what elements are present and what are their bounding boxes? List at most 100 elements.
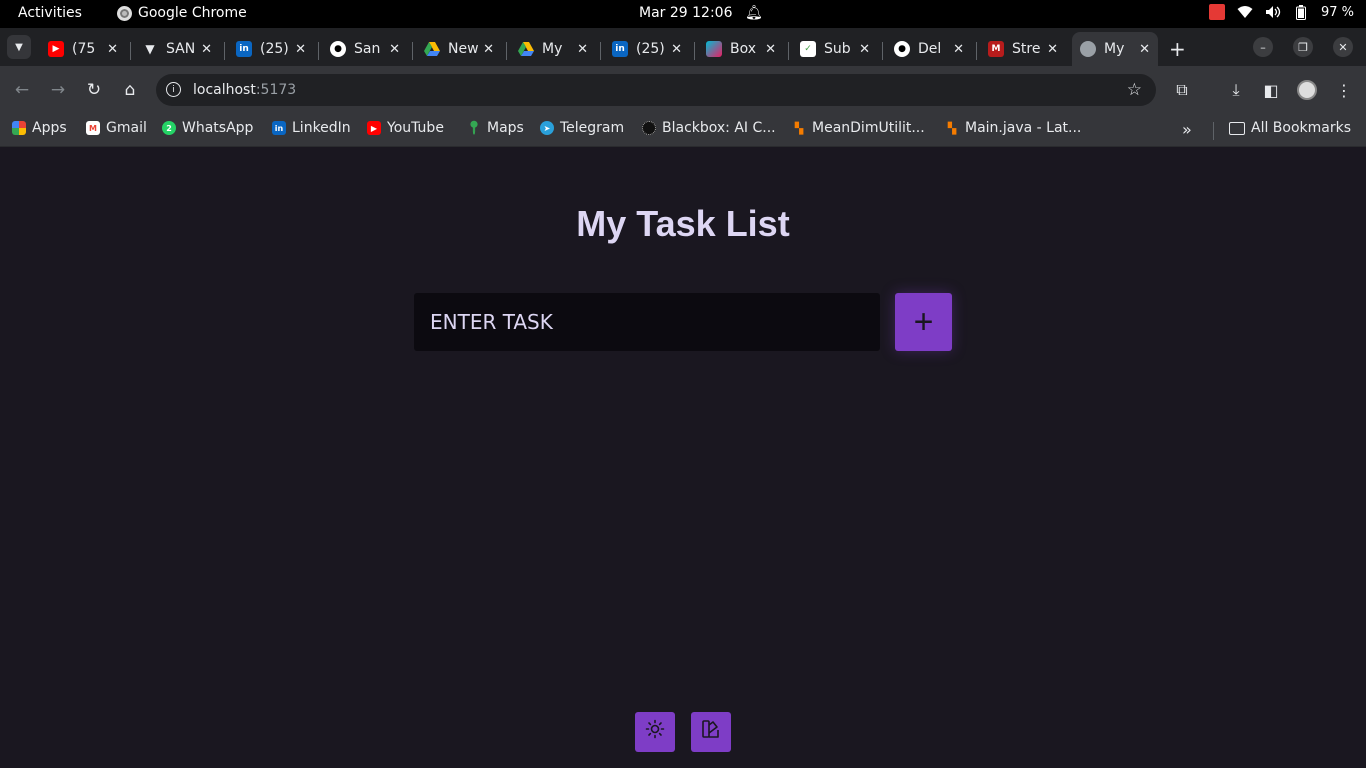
close-tab-icon[interactable]: ✕ [107, 42, 118, 57]
add-task-button[interactable]: + [895, 293, 952, 351]
github-icon: ● [330, 41, 346, 57]
page-title: My Task List [576, 203, 790, 244]
close-tab-icon[interactable]: ✕ [577, 42, 588, 57]
extensions-puzzle-icon[interactable]: ⧉ [1170, 78, 1194, 102]
tab-linkedin[interactable]: in (25) ✕ [228, 32, 314, 66]
bookmark-separator [1213, 122, 1214, 140]
side-panel-icon[interactable]: ◧ [1259, 78, 1283, 102]
profile-avatar[interactable] [1297, 80, 1317, 100]
sun-icon [645, 719, 665, 745]
system-tray[interactable]: 97 % [1208, 4, 1354, 20]
notification-bell-icon[interactable]: 🔔︎ [745, 5, 763, 21]
tab-box[interactable]: Box ✕ [698, 32, 784, 66]
folder-icon [1229, 121, 1245, 135]
system-top-bar: Activities Google Chrome Mar 29 12:06 🔔︎… [0, 0, 1366, 28]
blackbox-icon [706, 41, 722, 57]
bookmarks-bar: Apps M Gmail 2 WhatsApp in LinkedIn ▶ Yo… [0, 114, 1366, 147]
close-tab-icon[interactable]: ✕ [1139, 42, 1150, 57]
light-theme-button[interactable] [635, 712, 675, 752]
plus-icon: + [913, 302, 934, 341]
download-icon[interactable]: ⤓ [1224, 78, 1248, 102]
tab-drive-my[interactable]: My ✕ [510, 32, 596, 66]
tab-sub[interactable]: ✓ Sub ✕ [792, 32, 878, 66]
bookmark-star-icon[interactable]: ☆ [1127, 80, 1142, 100]
bookmark-blackbox[interactable]: Blackbox: AI C... [642, 120, 776, 136]
address-bar[interactable]: i localhost:5173 ☆ [156, 74, 1156, 106]
wifi-icon [1237, 4, 1253, 20]
close-tab-icon[interactable]: ✕ [483, 42, 494, 57]
new-tab-plus-icon[interactable]: + [1169, 37, 1186, 61]
tab-separator [882, 42, 883, 60]
tab-separator [224, 42, 225, 60]
bookmark-maps[interactable]: 📍︎ Maps [465, 120, 524, 136]
close-tab-icon[interactable]: ✕ [201, 42, 212, 57]
tab-separator [600, 42, 601, 60]
bookmark-meandimutilities[interactable]: ▚ MeanDimUtilit... [792, 120, 925, 136]
close-tab-icon[interactable]: ✕ [765, 42, 776, 57]
more-menu-icon[interactable]: ⋮ [1332, 78, 1356, 102]
reload-icon[interactable]: ↻ [82, 78, 106, 102]
blackbox-icon [642, 121, 656, 135]
back-arrow-icon[interactable]: ← [10, 78, 34, 102]
tab-search-chevron-icon[interactable]: ▼ [7, 35, 31, 59]
close-tab-icon[interactable]: ✕ [295, 42, 306, 57]
minimize-icon[interactable]: – [1253, 37, 1273, 57]
bookmark-linkedin[interactable]: in LinkedIn [272, 120, 351, 136]
telegram-icon: ➤ [540, 121, 554, 135]
battery-percentage: 97 % [1320, 4, 1354, 20]
screen-share-indicator-icon[interactable] [1208, 4, 1225, 20]
close-window-icon[interactable]: ✕ [1333, 37, 1353, 57]
tab-separator [788, 42, 789, 60]
chrome-icon [117, 5, 132, 21]
globe-icon [1080, 41, 1096, 57]
bookmark-whatsapp[interactable]: 2 WhatsApp [162, 120, 253, 136]
youtube-icon: ▶ [367, 121, 381, 135]
tab-separator [976, 42, 977, 60]
tab-drive-new[interactable]: New ✕ [416, 32, 502, 66]
tab-youtube[interactable]: ▶ (75 ✕ [40, 32, 126, 66]
app-name-label: Google Chrome [138, 5, 247, 21]
home-icon[interactable]: ⌂ [118, 78, 142, 102]
tab-separator [412, 42, 413, 60]
activities-button[interactable]: Activities [18, 5, 82, 21]
bookmark-gmail[interactable]: M Gmail [86, 120, 147, 136]
bookmark-telegram[interactable]: ➤ Telegram [540, 120, 624, 136]
forward-arrow-icon[interactable]: → [46, 78, 70, 102]
linkedin-icon: in [236, 41, 252, 57]
tab-linkedin-2[interactable]: in (25) ✕ [604, 32, 690, 66]
tab-strip: ▼ ▶ (75 ✕ ▼ SAN ✕ in (25) ✕ ● San ✕ New … [0, 28, 1366, 66]
code-icon: ▚ [947, 121, 957, 135]
tab-stre[interactable]: M Stre ✕ [980, 32, 1066, 66]
tab-active-my-task-list[interactable]: My ✕ [1072, 32, 1158, 66]
whatsapp-icon: 2 [162, 121, 176, 135]
url-text[interactable]: localhost:5173 [193, 82, 296, 98]
close-tab-icon[interactable]: ✕ [859, 42, 870, 57]
close-tab-icon[interactable]: ✕ [1047, 42, 1058, 57]
app-menu[interactable]: Google Chrome [117, 5, 247, 21]
clock[interactable]: Mar 29 12:06 [639, 5, 732, 21]
page-content: My Task List + [0, 147, 1366, 768]
linkedin-icon: in [612, 41, 628, 57]
tab-separator [130, 42, 131, 60]
drive-icon [424, 41, 440, 57]
close-tab-icon[interactable]: ✕ [389, 42, 400, 57]
bookmark-main-java[interactable]: ▚ Main.java - Lat... [945, 120, 1082, 136]
task-input[interactable] [414, 293, 880, 351]
close-tab-icon[interactable]: ✕ [671, 42, 682, 57]
all-bookmarks-button[interactable]: All Bookmarks [1229, 120, 1351, 136]
restore-icon[interactable]: ❐ [1293, 37, 1313, 57]
more-bookmarks-chevron-icon[interactable]: » [1182, 120, 1192, 139]
site-info-icon[interactable]: i [166, 82, 181, 97]
maps-icon: 📍︎ [465, 120, 483, 136]
tab-vercel[interactable]: ▼ SAN ✕ [134, 32, 220, 66]
gmail-icon: M [86, 121, 100, 135]
bookmark-apps[interactable]: Apps [12, 120, 67, 136]
close-tab-icon[interactable]: ✕ [953, 42, 964, 57]
browser-toolbar: ← → ↻ ⌂ i localhost:5173 ☆ ⧉ ⤓ ◧ ⋮ [0, 66, 1366, 114]
bookmark-youtube[interactable]: ▶ YouTube [367, 120, 444, 136]
volume-icon [1265, 4, 1281, 20]
color-palette-button[interactable] [691, 712, 731, 752]
tab-separator [506, 42, 507, 60]
tab-github-2[interactable]: ● Del ✕ [886, 32, 972, 66]
tab-github[interactable]: ● San ✕ [322, 32, 408, 66]
